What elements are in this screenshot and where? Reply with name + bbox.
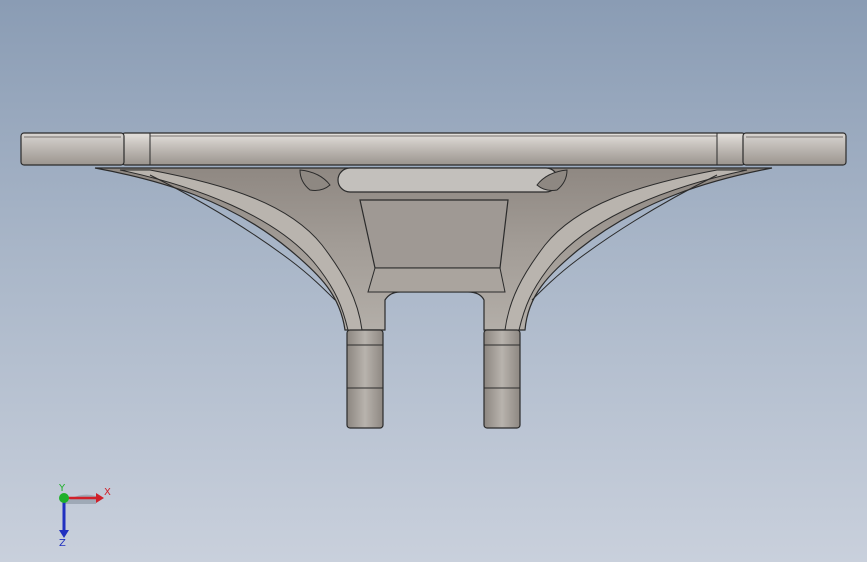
bracket-part[interactable]	[20, 132, 847, 429]
x-axis-label: X	[104, 487, 111, 498]
y-axis-label: Y	[58, 483, 66, 494]
center-block	[359, 199, 509, 269]
slot-opening	[337, 167, 559, 193]
x-axis-arrow	[96, 493, 104, 503]
right-flange	[742, 132, 847, 166]
z-axis-arrow	[59, 530, 69, 538]
left-flange	[20, 132, 125, 166]
coordinate-triad: X Y Z	[58, 483, 111, 548]
z-axis-label: Z	[59, 538, 66, 548]
graphics-viewport[interactable]	[0, 0, 867, 562]
top-plate	[121, 132, 746, 166]
y-axis-origin	[59, 493, 69, 503]
center-lower	[367, 267, 506, 293]
